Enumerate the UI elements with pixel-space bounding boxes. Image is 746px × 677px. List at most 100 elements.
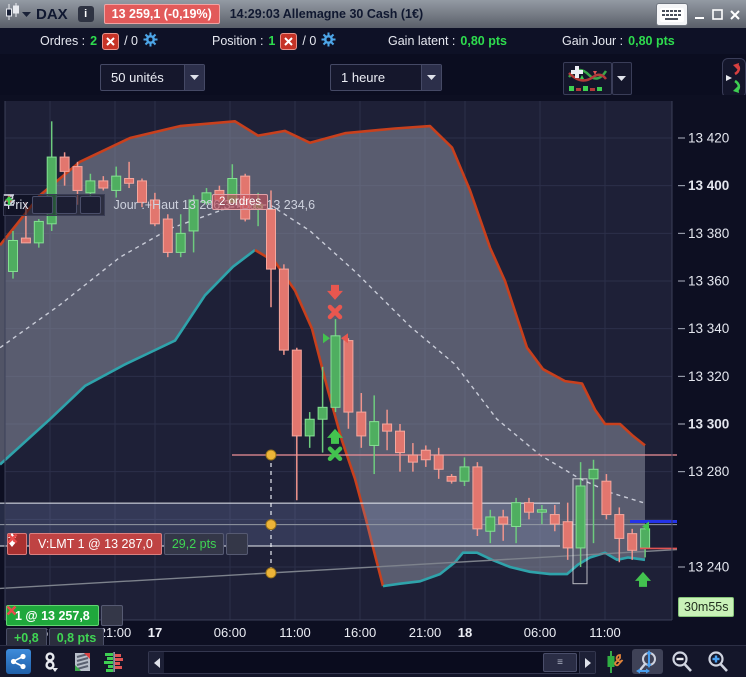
scrollbar-handle[interactable]: ≡ — [543, 653, 577, 672]
scroll-right-icon[interactable] — [579, 652, 595, 673]
price-axis-label: 13 420 — [688, 131, 729, 146]
candle — [485, 516, 496, 532]
scroll-left-icon[interactable] — [149, 652, 164, 673]
candle-countdown: 30m55s — [678, 597, 735, 617]
orders-settings-gear-icon[interactable] — [143, 32, 158, 50]
candle — [162, 218, 173, 253]
report-icon[interactable] — [70, 649, 95, 674]
scrollbar-track[interactable]: ≡ — [164, 652, 579, 673]
position-settings-gear-icon[interactable] — [321, 32, 336, 50]
title-bar: DAX i 13 259,1 (-0,19%) 14:29:03 Allemag… — [0, 0, 746, 28]
candle — [511, 502, 522, 527]
zoom-box-icon[interactable] — [632, 649, 663, 674]
wrench-settings-icon[interactable] — [4, 195, 53, 214]
chart-canvas[interactable]: 13 420 13 400 13 380 13 360 13 340 13 320 13 3… — [0, 95, 746, 645]
time-axis-label: 18 — [458, 625, 472, 640]
candle — [330, 335, 341, 408]
candle — [588, 468, 599, 480]
chart-settings-icon[interactable] — [601, 649, 626, 674]
close-button[interactable] — [728, 6, 742, 24]
limit-order-row[interactable]: V:LMT 1 @ 13 287,0 29,2 pts — [7, 533, 249, 555]
symbol-dropdown-icon[interactable] — [21, 5, 32, 23]
position-label: Position : — [212, 34, 264, 48]
chart-type-icon — [568, 66, 608, 91]
link-tool-icon[interactable] — [38, 649, 63, 674]
time-axis-label: 21:00 — [409, 625, 442, 640]
position-count: 1 — [268, 34, 276, 48]
candle — [627, 533, 638, 551]
time-axis-label: 06:00 — [214, 625, 247, 640]
zoom-out-icon[interactable] — [669, 649, 694, 674]
order-book-icon[interactable] — [101, 649, 126, 674]
candlestick-logo-icon — [5, 2, 21, 26]
units-select[interactable]: 50 unités — [100, 64, 205, 91]
timeframe-select[interactable]: 1 heure — [330, 64, 442, 91]
zoom-in-icon[interactable] — [705, 649, 730, 674]
time-axis-label: 17 — [148, 625, 162, 640]
order-drag-handle[interactable] — [265, 449, 277, 461]
price-chart[interactable]: 13 420 13 400 13 380 13 360 13 340 13 320 13 3… — [0, 95, 746, 672]
candle — [59, 156, 70, 172]
time-axis-label: 11:00 — [279, 625, 311, 640]
candle — [8, 239, 18, 272]
candle — [72, 166, 83, 191]
close-position-x-icon[interactable] — [6, 605, 123, 626]
minimize-button[interactable] — [692, 6, 706, 24]
gain-jour-value: 0,80 pts — [628, 34, 675, 48]
sell-arrow-icon[interactable] — [4, 195, 77, 214]
orders-count-badge[interactable]: 2 ordres — [212, 194, 269, 210]
maximize-button[interactable] — [710, 6, 724, 24]
price-axis-label: 13 300 — [688, 416, 729, 431]
candle — [291, 349, 302, 437]
position-row[interactable]: 1 @ 13 257,8 — [6, 605, 123, 626]
time-axis-label: 16:00 — [344, 625, 377, 640]
price-panel-header: Prix — [3, 194, 105, 216]
cancel-limit-icon[interactable] — [7, 533, 249, 555]
orders-zero: / 0 — [124, 34, 139, 48]
info-button[interactable]: i — [77, 6, 94, 22]
candle — [446, 475, 457, 482]
swap-direction-button[interactable] — [722, 58, 746, 98]
candle — [304, 418, 315, 437]
limit-order-label[interactable]: V:LMT 1 @ 13 287,0 — [29, 533, 162, 555]
order-drag-handle[interactable] — [265, 567, 277, 579]
units-chevron-down-icon[interactable] — [184, 65, 204, 90]
share-icon[interactable] — [6, 649, 31, 674]
gain-latent-label: Gain latent : — [388, 34, 456, 48]
order-drag-handle[interactable] — [265, 519, 277, 531]
timeframe-chevron-down-icon[interactable] — [421, 65, 441, 90]
candle — [536, 509, 547, 513]
candle — [20, 237, 31, 244]
orders-count: 2 — [90, 34, 98, 48]
price-axis-label: 13 380 — [688, 226, 729, 241]
price-axis-label: 13 280 — [688, 464, 729, 479]
chart-type-chevron-down-icon[interactable] — [612, 62, 632, 95]
price-axis-label: 13 340 — [688, 321, 729, 336]
candle — [562, 521, 573, 549]
candle — [124, 178, 135, 184]
candle — [433, 454, 444, 470]
candle — [472, 466, 483, 530]
orders-label: Ordres : — [40, 34, 86, 48]
time-scrollbar[interactable]: ≡ — [148, 651, 596, 674]
price-axis-label: 13 400 — [688, 178, 729, 193]
position-zero: / 0 — [302, 34, 317, 48]
candle — [356, 411, 367, 437]
price-axis-label: 13 240 — [688, 559, 729, 574]
price-axis-label: 13 360 — [688, 273, 729, 288]
candle — [369, 421, 380, 446]
candle — [343, 340, 354, 413]
position-label-badge[interactable]: 1 @ 13 257,8 — [6, 605, 99, 626]
chart-type-button[interactable] — [563, 62, 612, 95]
gain-latent-value: 0,80 pts — [460, 34, 507, 48]
timeframe-value: 1 heure — [341, 70, 386, 85]
candle — [395, 430, 405, 454]
buy-arrow-icon[interactable] — [4, 194, 101, 214]
gain-jour-label: Gain Jour : — [562, 34, 624, 48]
orders-status-bar: Ordres : 2 / 0 Position : 1 / 0 Gain lat… — [0, 28, 746, 54]
limit-order-pts: 29,2 pts — [163, 533, 225, 555]
cancel-orders-icon[interactable] — [102, 32, 120, 50]
keyboard-icon[interactable] — [656, 3, 688, 26]
bottom-toolbar: ≡ — [0, 645, 746, 677]
close-position-icon[interactable] — [280, 32, 298, 50]
